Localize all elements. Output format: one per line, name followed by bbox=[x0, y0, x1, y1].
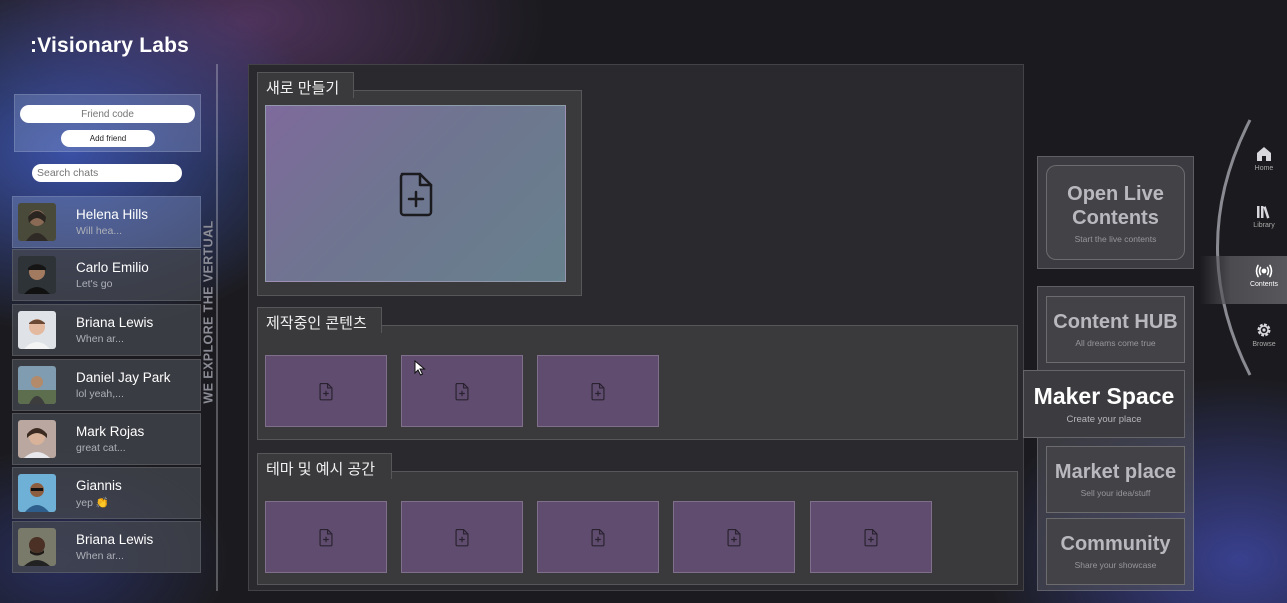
add-file-icon bbox=[319, 382, 333, 400]
community-title: Community bbox=[1060, 533, 1171, 555]
add-file-icon bbox=[591, 528, 605, 546]
chat-item-daniel-jay-park[interactable]: Daniel Jay Park lol yeah,... bbox=[12, 359, 201, 411]
mouse-cursor-icon bbox=[414, 360, 426, 376]
theme-card[interactable] bbox=[673, 501, 795, 573]
add-friend-button[interactable]: Add friend bbox=[61, 130, 155, 147]
dock-browse-label: Browse bbox=[1252, 341, 1276, 348]
theme-card[interactable] bbox=[265, 501, 387, 573]
search-chats-input[interactable] bbox=[32, 164, 182, 182]
chat-item-briana-lewis-2[interactable]: Briana Lewis When ar... bbox=[12, 521, 201, 573]
chat-item-carlo-emilio[interactable]: Carlo Emilio Let's go bbox=[12, 249, 201, 301]
avatar bbox=[18, 311, 56, 349]
theme-card[interactable] bbox=[537, 501, 659, 573]
chat-name: Daniel Jay Park bbox=[76, 370, 171, 385]
maker-space-subtitle: Create your place bbox=[1066, 414, 1142, 425]
open-live-title: Open Live Contents bbox=[1067, 182, 1164, 229]
chat-preview: When ar... bbox=[76, 550, 124, 562]
chat-preview: great cat... bbox=[76, 442, 126, 454]
dock-library-label: Library bbox=[1253, 222, 1275, 229]
themes-title: 테마 및 예시 공간 bbox=[257, 453, 392, 479]
chat-name: Briana Lewis bbox=[76, 532, 154, 547]
add-file-icon bbox=[864, 528, 878, 546]
chat-preview: Will hea... bbox=[76, 225, 123, 237]
avatar bbox=[18, 474, 56, 512]
theme-card[interactable] bbox=[810, 501, 932, 573]
content-card[interactable] bbox=[265, 355, 387, 427]
add-file-icon bbox=[399, 172, 432, 216]
maker-space-card[interactable]: Maker Space Create your place bbox=[1023, 370, 1185, 438]
market-place-title: Market place bbox=[1054, 461, 1177, 483]
chat-item-briana-lewis[interactable]: Briana Lewis When ar... bbox=[12, 304, 201, 356]
dock-browse[interactable]: Browse bbox=[1238, 322, 1287, 348]
library-icon bbox=[1257, 206, 1270, 219]
dock-home[interactable]: Home bbox=[1238, 146, 1287, 172]
content-hub-title: Content HUB bbox=[1053, 311, 1178, 333]
dock-contents[interactable]: Contents bbox=[1238, 264, 1287, 288]
dock-contents-label: Contents bbox=[1249, 281, 1279, 288]
add-file-icon bbox=[455, 528, 469, 546]
avatar bbox=[18, 366, 56, 404]
avatar bbox=[18, 420, 56, 458]
chat-item-mark-rojas[interactable]: Mark Rojas great cat... bbox=[12, 413, 201, 465]
dock-home-label: Home bbox=[1254, 165, 1274, 172]
chat-item-helena-hills[interactable]: Helena Hills Will hea... bbox=[12, 196, 201, 248]
community-subtitle: Share your showcase bbox=[1074, 560, 1157, 570]
content-hub-card[interactable]: Content HUB All dreams come true bbox=[1046, 296, 1185, 363]
open-live-contents-card[interactable]: Open Live Contents Start the live conten… bbox=[1046, 165, 1185, 260]
open-live-subtitle: Start the live contents bbox=[1074, 233, 1157, 244]
market-place-card[interactable]: Market place Sell your idea/stuff bbox=[1046, 446, 1185, 513]
in-progress-title: 제작중인 콘텐츠 bbox=[257, 307, 382, 333]
community-card[interactable]: Community Share your showcase bbox=[1046, 518, 1185, 585]
content-hub-subtitle: All dreams come true bbox=[1075, 338, 1156, 348]
chat-name: Giannis bbox=[76, 477, 122, 493]
tagline: WE EXPLORE THE VERTUAL bbox=[201, 220, 217, 404]
friend-panel: Add friend bbox=[14, 94, 201, 152]
theme-card[interactable] bbox=[401, 501, 523, 573]
chat-name: Carlo Emilio bbox=[76, 260, 149, 275]
chat-preview: When ar... bbox=[76, 333, 124, 345]
tagline-text: WE EXPLORE THE VERTUAL bbox=[202, 220, 216, 404]
gear-icon bbox=[1257, 323, 1271, 337]
market-place-subtitle: Sell your idea/stuff bbox=[1080, 488, 1151, 498]
avatar bbox=[18, 203, 56, 241]
broadcast-icon bbox=[1255, 264, 1273, 278]
friend-code-input[interactable] bbox=[20, 105, 195, 123]
avatar bbox=[18, 256, 56, 294]
avatar bbox=[18, 528, 56, 566]
home-icon bbox=[1257, 147, 1271, 161]
create-new-card[interactable] bbox=[265, 105, 566, 282]
add-file-icon bbox=[727, 528, 741, 546]
app-logo: :Visionary Labs bbox=[30, 34, 190, 57]
chat-preview: Let's go bbox=[76, 278, 113, 290]
new-section-title: 새로 만들기 bbox=[257, 72, 354, 98]
add-file-icon bbox=[455, 382, 469, 400]
add-file-icon bbox=[591, 382, 605, 400]
dock-library[interactable]: Library bbox=[1238, 205, 1287, 229]
chat-name: Helena Hills bbox=[76, 207, 149, 222]
chat-name: Briana Lewis bbox=[76, 315, 154, 330]
chat-name: Mark Rojas bbox=[76, 424, 145, 439]
chat-preview: yep 👏 bbox=[76, 496, 109, 509]
content-card[interactable] bbox=[537, 355, 659, 427]
chat-preview: lol yeah,... bbox=[76, 388, 124, 400]
add-file-icon bbox=[319, 528, 333, 546]
chat-item-giannis[interactable]: Giannis yep 👏 bbox=[12, 467, 201, 519]
maker-space-title: Maker Space bbox=[1033, 383, 1175, 409]
